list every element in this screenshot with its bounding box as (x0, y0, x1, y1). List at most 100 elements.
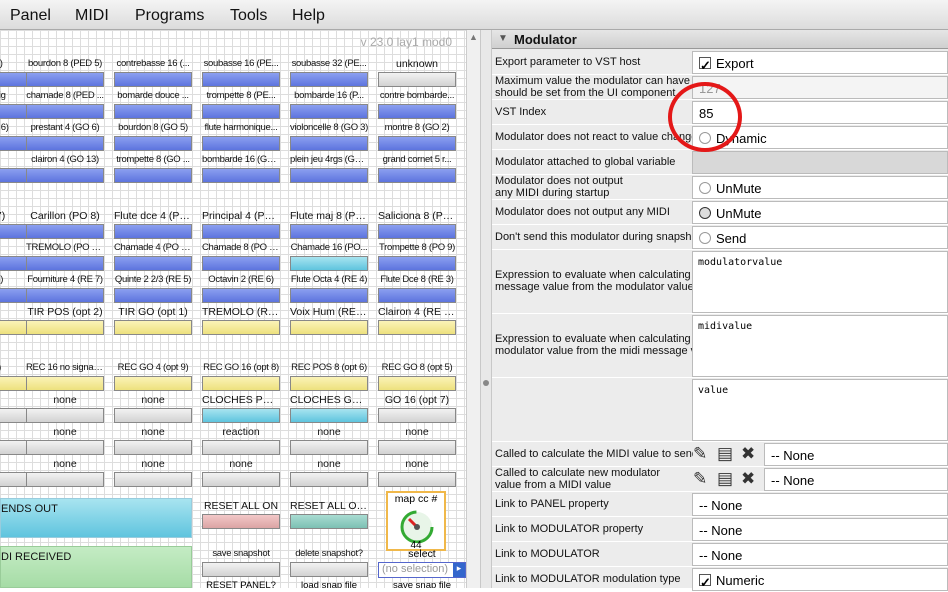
canvas-button[interactable]: violoncelle 8 (GO 3) (290, 122, 368, 152)
save-snapshot-face[interactable] (202, 562, 280, 577)
canvas-button[interactable]: plein jeu 4rgs (GO... (290, 154, 368, 184)
canvas-button-face[interactable] (114, 136, 192, 151)
snapshot-select[interactable]: (no selection) ▸ (378, 562, 466, 578)
canvas-button[interactable]: REC 16 no signal 10 (26, 362, 104, 392)
canvas-button[interactable]: Carillon (PO 8) (26, 210, 104, 240)
splitter-grip-icon[interactable] (483, 380, 489, 386)
property-checkbox[interactable]: Export (692, 51, 948, 74)
canvas-button-face[interactable] (202, 408, 280, 423)
canvas-button-face[interactable] (26, 168, 104, 183)
menu-programs[interactable]: Programs (135, 7, 204, 25)
collapse-triangle-icon[interactable]: ▼ (498, 33, 508, 44)
reset-all-on-button[interactable]: RESET ALL ON (202, 500, 280, 530)
canvas-button[interactable]: TREMOLO (PO 14) (26, 242, 104, 272)
canvas-button-face[interactable] (290, 136, 368, 151)
canvas-button[interactable]: Flute Dce 8 (RE 3) (378, 274, 456, 304)
canvas-button[interactable]: Quinte 2 2/3 (RE 5) (114, 274, 192, 304)
canvas-button-face[interactable] (378, 256, 456, 271)
canvas-button-face[interactable] (290, 256, 368, 271)
canvas-button-face[interactable] (378, 224, 456, 239)
canvas-button-face[interactable] (26, 256, 104, 271)
radio-icon[interactable] (699, 207, 711, 219)
canvas-button[interactable]: Octavin 2 (RE 6) (202, 274, 280, 304)
canvas-button[interactable]: bombarde 16 (P... (290, 90, 368, 120)
canvas-button[interactable]: prestant 4 (GO 6) (26, 122, 104, 152)
canvas-button-face[interactable] (378, 136, 456, 151)
dropdown-arrow-icon[interactable]: ▸ (453, 563, 465, 577)
delete-icon[interactable]: ✖ (741, 444, 761, 464)
expression-editor[interactable]: midivalue (692, 315, 948, 377)
canvas-button-face[interactable] (378, 168, 456, 183)
edit-icon[interactable]: ✎ (693, 469, 713, 489)
canvas-button-face[interactable] (202, 472, 280, 487)
canvas-button[interactable]: grand cornet 5 r... (378, 154, 456, 184)
canvas-button[interactable]: trompette 8 (GO ... (114, 154, 192, 184)
canvas-button[interactable]: Flute maj 8 (PO 4) (290, 210, 368, 240)
modulator-section-header[interactable]: ▼ Modulator (492, 30, 948, 49)
edit-icon[interactable]: ✎ (693, 444, 713, 464)
menu-tools[interactable]: Tools (230, 7, 267, 25)
function-select[interactable]: -- None (764, 443, 948, 466)
canvas-button[interactable]: TREMOLO (RE 12) (202, 306, 280, 336)
splitter-handle[interactable] (480, 30, 492, 588)
save-snapshot-button[interactable]: save snapshot (202, 548, 280, 578)
checkbox-icon[interactable] (699, 571, 711, 590)
property-toggle[interactable]: Send (692, 226, 948, 249)
canvas-button-face[interactable] (378, 376, 456, 391)
canvas-button[interactable]: REC GO 8 (opt 5) (378, 362, 456, 392)
canvas-button-face[interactable] (114, 168, 192, 183)
menu-help[interactable]: Help (292, 7, 325, 25)
canvas-button-face[interactable] (378, 320, 456, 335)
canvas-button-face[interactable] (26, 320, 104, 335)
load-snap-label[interactable]: load snap file (290, 580, 368, 588)
canvas-button-face[interactable] (290, 440, 368, 455)
canvas-button-face[interactable] (114, 104, 192, 119)
canvas-button-face[interactable] (202, 168, 280, 183)
canvas-button-face[interactable] (290, 472, 368, 487)
canvas-button[interactable]: CLOCHES PO (op... (202, 394, 280, 424)
canvas-button[interactable]: GO 16 (opt 7) (378, 394, 456, 424)
canvas-button-face[interactable] (26, 136, 104, 151)
canvas-button[interactable]: Flute Octa 4 (RE 4) (290, 274, 368, 304)
canvas-button[interactable]: none (26, 458, 104, 488)
canvas-button-face[interactable] (378, 408, 456, 423)
canvas-button-face[interactable] (26, 224, 104, 239)
canvas-button[interactable]: none (290, 458, 368, 488)
canvas-button[interactable]: Fourniture 4 (RE 7) (26, 274, 104, 304)
canvas-button-face[interactable] (114, 320, 192, 335)
canvas-button[interactable]: soubasse 32 (PE... (290, 58, 368, 88)
canvas-button[interactable]: contrebasse 16 (... (114, 58, 192, 88)
delete-snapshot-face[interactable] (290, 562, 368, 577)
canvas-button[interactable]: none (114, 458, 192, 488)
canvas-button-face[interactable] (290, 224, 368, 239)
link-select[interactable]: -- None (692, 518, 948, 541)
canvas-button[interactable]: none (378, 426, 456, 456)
canvas-button[interactable]: TIR GO (opt 1) (114, 306, 192, 336)
reset-all-on-face[interactable] (202, 514, 280, 529)
canvas-button[interactable]: none (26, 394, 104, 424)
canvas-button-face[interactable] (114, 472, 192, 487)
canvas-button-face[interactable] (290, 320, 368, 335)
canvas-button[interactable]: montre 8 (GO 2) (378, 122, 456, 152)
canvas-button-face[interactable] (114, 376, 192, 391)
menu-panel[interactable]: Panel (10, 7, 51, 25)
canvas-button-face[interactable] (378, 104, 456, 119)
function-select[interactable]: -- None (764, 468, 948, 491)
canvas-button[interactable]: Chamade 4 (PO 13) (114, 242, 192, 272)
canvas-button[interactable]: Trompette 8 (PO 9) (378, 242, 456, 272)
canvas-button-face[interactable] (290, 72, 368, 87)
canvas-button[interactable]: Clairon 4 (RE 10) (378, 306, 456, 336)
canvas-button-face[interactable] (202, 136, 280, 151)
canvas-button-face[interactable] (378, 72, 456, 87)
save-snap-label[interactable]: save snap file (378, 580, 466, 588)
new-file-icon[interactable]: ▤ (717, 444, 737, 464)
canvas-button[interactable]: Voix Hum (RE 11) (290, 306, 368, 336)
canvas-button[interactable]: bourdon 8 (PED 5) (26, 58, 104, 88)
canvas-button[interactable]: bourdon 8 (GO 5) (114, 122, 192, 152)
canvas-button[interactable]: REC GO 4 (opt 9) (114, 362, 192, 392)
canvas-button-face[interactable] (114, 72, 192, 87)
canvas-button-face[interactable] (26, 376, 104, 391)
map-cc-knob-box[interactable]: map cc # 44 (386, 491, 446, 551)
checkbox-icon[interactable] (699, 54, 711, 73)
canvas-button-face[interactable] (202, 288, 280, 303)
